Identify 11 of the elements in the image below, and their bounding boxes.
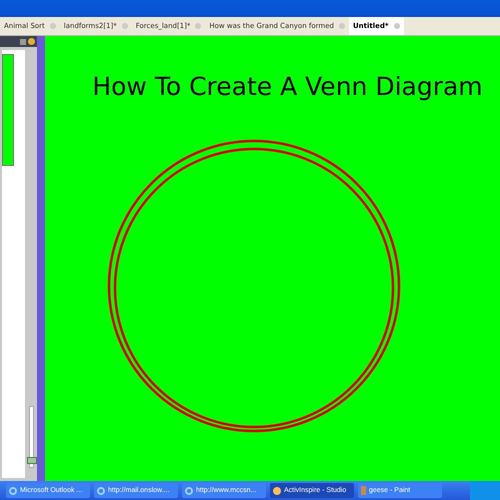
disc-icon	[273, 486, 281, 494]
browser-icon	[185, 486, 193, 494]
system-tray	[470, 481, 500, 500]
browser-icon	[9, 486, 17, 494]
slider-thumb[interactable]	[27, 457, 37, 464]
canvas-title: How To Create A Venn Diagram	[92, 72, 483, 101]
zoom-slider[interactable]	[29, 406, 34, 468]
circle-icon[interactable]	[28, 38, 35, 45]
browser-icon	[97, 486, 105, 494]
close-icon[interactable]	[394, 23, 400, 29]
page-thumbnail[interactable]	[2, 54, 14, 166]
